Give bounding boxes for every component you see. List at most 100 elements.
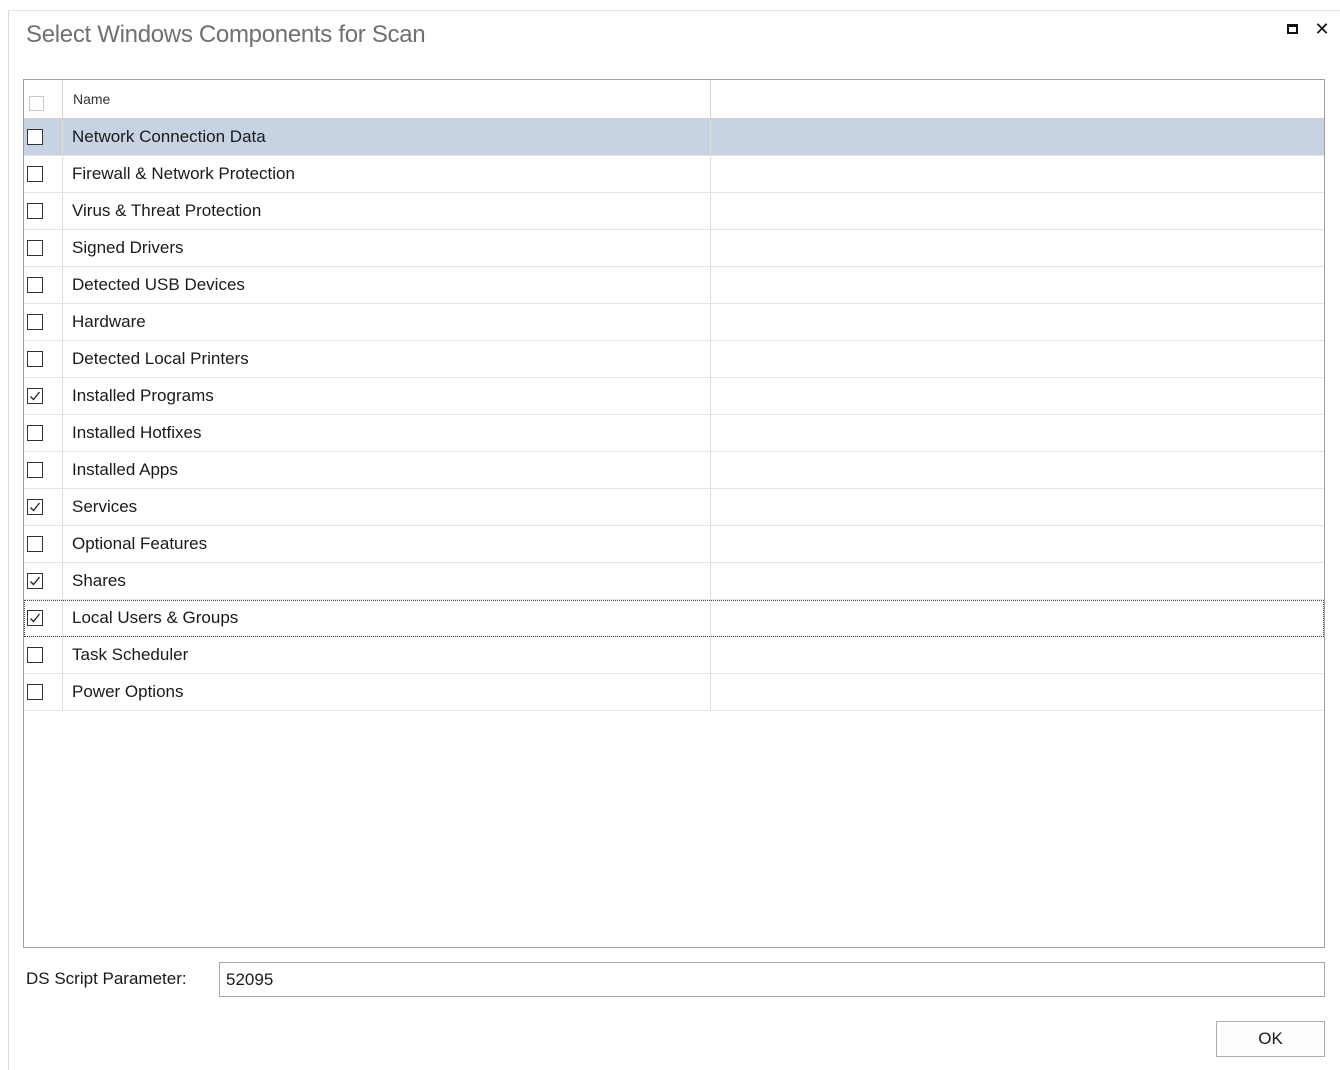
row-name-cell: Detected USB Devices xyxy=(63,267,711,303)
table-row[interactable]: Installed Programs xyxy=(24,378,1324,415)
checkmark-icon xyxy=(30,576,41,586)
table-row[interactable]: Shares xyxy=(24,563,1324,600)
row-checkbox[interactable] xyxy=(27,388,43,404)
row-empty-cell xyxy=(711,193,1324,229)
dialog-window: Select Windows Components for Scan ✕ Nam… xyxy=(8,10,1340,1070)
table-row[interactable]: Hardware xyxy=(24,304,1324,341)
check-cell xyxy=(24,156,63,192)
row-checkbox[interactable] xyxy=(27,647,43,663)
row-empty-cell xyxy=(711,600,1324,636)
table-row[interactable]: Optional Features xyxy=(24,526,1324,563)
row-empty-cell xyxy=(711,304,1324,340)
table-row[interactable]: Signed Drivers xyxy=(24,230,1324,267)
maximize-button[interactable] xyxy=(1284,21,1300,37)
check-cell xyxy=(24,526,63,562)
row-name-cell: Installed Hotfixes xyxy=(63,415,711,451)
row-name-cell: Network Connection Data xyxy=(63,119,711,155)
check-cell xyxy=(24,341,63,377)
table-row[interactable]: Installed Hotfixes xyxy=(24,415,1324,452)
name-column-header[interactable]: Name xyxy=(63,80,711,118)
row-checkbox[interactable] xyxy=(27,499,43,515)
check-cell xyxy=(24,563,63,599)
select-all-checkbox[interactable] xyxy=(29,96,44,111)
row-empty-cell xyxy=(711,341,1324,377)
table-row[interactable]: Installed Apps xyxy=(24,452,1324,489)
row-empty-cell xyxy=(711,674,1324,710)
row-empty-cell xyxy=(711,637,1324,673)
row-checkbox[interactable] xyxy=(27,536,43,552)
row-name-cell: Installed Apps xyxy=(63,452,711,488)
table-row[interactable]: Task Scheduler xyxy=(24,637,1324,674)
row-checkbox[interactable] xyxy=(27,351,43,367)
close-icon: ✕ xyxy=(1314,19,1330,39)
row-name-cell: Local Users & Groups xyxy=(63,600,711,636)
check-cell xyxy=(24,193,63,229)
check-cell xyxy=(24,119,63,155)
row-name-cell: Hardware xyxy=(63,304,711,340)
row-checkbox[interactable] xyxy=(27,684,43,700)
checkmark-icon xyxy=(30,391,41,401)
row-name-cell: Shares xyxy=(63,563,711,599)
table-row[interactable]: Local Users & Groups xyxy=(24,600,1324,637)
row-checkbox[interactable] xyxy=(27,314,43,330)
close-button[interactable]: ✕ xyxy=(1314,19,1330,39)
row-name-cell: Installed Programs xyxy=(63,378,711,414)
row-empty-cell xyxy=(711,415,1324,451)
check-cell xyxy=(24,674,63,710)
ds-script-parameter-label: DS Script Parameter: xyxy=(26,969,187,988)
check-cell xyxy=(24,267,63,303)
row-checkbox[interactable] xyxy=(27,610,43,626)
row-name-cell: Signed Drivers xyxy=(63,230,711,266)
components-grid: Name Network Connection Data Firewall & N… xyxy=(23,79,1325,948)
checkmark-icon xyxy=(30,502,41,512)
row-empty-cell xyxy=(711,267,1324,303)
row-checkbox[interactable] xyxy=(27,166,43,182)
check-cell xyxy=(24,600,63,636)
check-cell xyxy=(24,415,63,451)
row-checkbox[interactable] xyxy=(27,425,43,441)
grid-rows: Network Connection Data Firewall & Networ… xyxy=(24,119,1324,711)
row-name-cell: Virus & Threat Protection xyxy=(63,193,711,229)
table-row[interactable]: Power Options xyxy=(24,674,1324,711)
check-cell xyxy=(24,304,63,340)
maximize-icon xyxy=(1286,24,1298,34)
row-name-cell: Power Options xyxy=(63,674,711,710)
row-checkbox[interactable] xyxy=(27,203,43,219)
checkmark-icon xyxy=(30,613,41,623)
ds-script-parameter-input[interactable] xyxy=(219,962,1325,997)
table-row[interactable]: Services xyxy=(24,489,1324,526)
row-checkbox[interactable] xyxy=(27,573,43,589)
row-checkbox[interactable] xyxy=(27,277,43,293)
row-name-cell: Firewall & Network Protection xyxy=(63,156,711,192)
row-empty-cell xyxy=(711,378,1324,414)
row-empty-cell xyxy=(711,489,1324,525)
row-empty-cell xyxy=(711,452,1324,488)
dialog-title: Select Windows Components for Scan xyxy=(26,21,426,48)
row-name-cell: Optional Features xyxy=(63,526,711,562)
row-checkbox[interactable] xyxy=(27,129,43,145)
row-name-cell: Task Scheduler xyxy=(63,637,711,673)
row-checkbox[interactable] xyxy=(27,462,43,478)
check-cell xyxy=(24,637,63,673)
empty-column-header xyxy=(711,80,1324,118)
table-row[interactable]: Network Connection Data xyxy=(24,119,1324,156)
window-controls: ✕ xyxy=(1284,19,1330,39)
table-row[interactable]: Virus & Threat Protection xyxy=(24,193,1324,230)
check-cell xyxy=(24,489,63,525)
ok-button[interactable]: OK xyxy=(1216,1021,1325,1057)
row-checkbox[interactable] xyxy=(27,240,43,256)
header-check-cell xyxy=(24,80,63,118)
table-row[interactable]: Detected Local Printers xyxy=(24,341,1324,378)
row-name-cell: Detected Local Printers xyxy=(63,341,711,377)
row-empty-cell xyxy=(711,526,1324,562)
table-row[interactable]: Firewall & Network Protection xyxy=(24,156,1324,193)
check-cell xyxy=(24,452,63,488)
check-cell xyxy=(24,378,63,414)
row-empty-cell xyxy=(711,156,1324,192)
grid-header: Name xyxy=(24,80,1324,119)
row-empty-cell xyxy=(711,119,1324,155)
row-empty-cell xyxy=(711,230,1324,266)
table-row[interactable]: Detected USB Devices xyxy=(24,267,1324,304)
row-name-cell: Services xyxy=(63,489,711,525)
check-cell xyxy=(24,230,63,266)
